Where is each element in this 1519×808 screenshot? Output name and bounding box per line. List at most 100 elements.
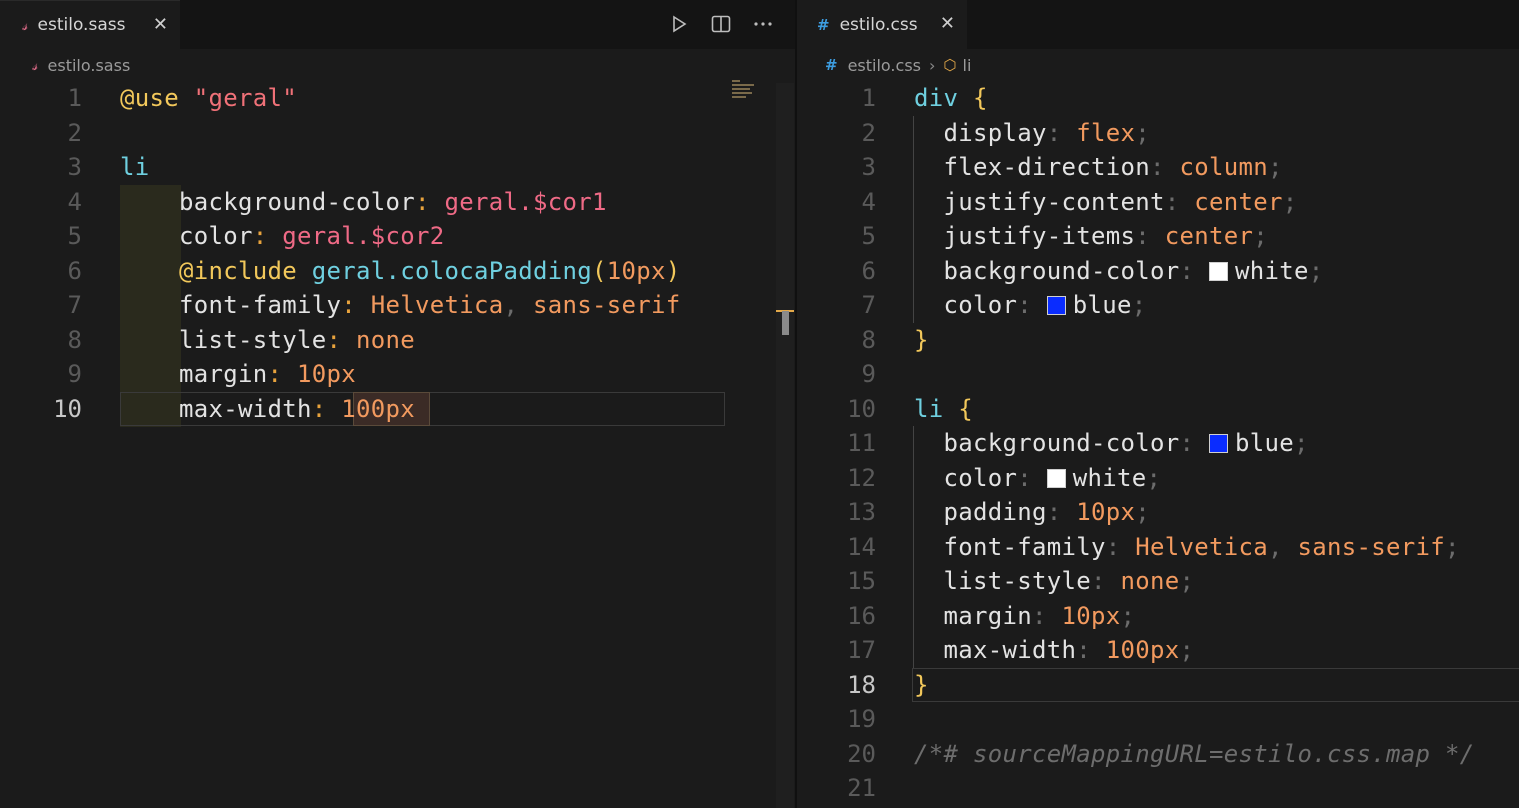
code-line: 5 justify-items: center; <box>797 219 1519 254</box>
token: 10px <box>1076 498 1136 526</box>
tab-estilo-sass[interactable]: 𝓈 estilo.sass ✕ <box>0 0 180 49</box>
token: none <box>356 325 415 354</box>
token: white <box>1235 256 1309 285</box>
token: column <box>1179 153 1268 181</box>
token: display <box>943 118 1047 147</box>
token: : <box>1179 429 1195 457</box>
breadcrumb-symbol[interactable]: li <box>963 56 972 75</box>
breadcrumb: # estilo.css › ⬡ li <box>825 52 971 78</box>
token: center <box>1164 222 1254 250</box>
right-tab-bar: # estilo.css ✕ <box>797 0 1519 49</box>
code-line: 9 margin: 10px <box>0 357 795 392</box>
token: none <box>1120 567 1180 595</box>
token: ( <box>592 256 607 285</box>
code-line: 7 font-family: Helvetica, sans-serif <box>0 288 795 323</box>
left-tab-bar: 𝓈 estilo.sass ✕ <box>0 0 795 49</box>
code-line: 12 color: white; <box>797 461 1519 496</box>
token: padding <box>943 498 1047 526</box>
css-editor-pane: # estilo.css ✕ # estilo.css › ⬡ li 1 div… <box>797 0 1519 808</box>
line-number: 4 <box>67 187 82 216</box>
token: , <box>1268 532 1283 561</box>
line-number: 19 <box>847 705 876 733</box>
token: margin <box>179 360 268 388</box>
sass-file-icon: 𝓈 <box>22 16 28 34</box>
breadcrumb-file[interactable]: estilo.css <box>848 56 921 75</box>
close-tab-icon[interactable]: ✕ <box>940 13 955 34</box>
line-number-active: 10 <box>53 394 82 423</box>
color-swatch[interactable] <box>1046 468 1066 488</box>
css-code-editor[interactable]: 1 div { 2 display: flex; 3 flex-directio… <box>797 81 1519 808</box>
token: list-style <box>179 325 327 354</box>
line-number: 9 <box>67 360 82 388</box>
code-line: 3 flex-direction: column; <box>797 150 1519 185</box>
token: { <box>973 84 988 112</box>
line-number: 15 <box>847 567 876 595</box>
token: div <box>914 84 959 112</box>
code-line: 11 background-color: blue; <box>797 426 1519 461</box>
code-line: 4 background-color: geral.$cor1 <box>0 185 795 220</box>
token: @include <box>179 256 297 285</box>
line-number: 2 <box>67 118 82 147</box>
token: , <box>503 291 519 319</box>
line-number: 3 <box>861 153 876 181</box>
token: sans-serif <box>533 291 681 319</box>
code-line: 9 <box>797 357 1519 392</box>
css-file-icon: # <box>825 56 838 74</box>
token: : <box>1135 222 1150 250</box>
code-line: 3 li <box>0 150 795 185</box>
token: ; <box>1253 222 1268 250</box>
token: : <box>1046 498 1062 526</box>
line-number: 7 <box>861 291 876 319</box>
token: li <box>120 153 150 181</box>
token: ; <box>1146 463 1162 492</box>
split-editor-icon[interactable] <box>711 14 731 34</box>
more-actions-icon[interactable] <box>753 14 773 34</box>
color-swatch[interactable] <box>1209 434 1228 453</box>
token: : <box>1032 601 1047 630</box>
token: sans-serif <box>1297 532 1445 561</box>
code-line: 17 max-width: 100px; <box>797 633 1519 668</box>
sass-code-editor[interactable]: 1 @use "geral" 2 3 li 4 background-color… <box>0 81 795 808</box>
token: : <box>326 325 342 354</box>
scroll-thumb[interactable] <box>782 311 789 335</box>
token: font-family <box>943 532 1106 561</box>
symbol-structure-icon: ⬡ <box>943 56 957 74</box>
line-number: 2 <box>861 118 876 147</box>
token: 10px <box>606 256 666 285</box>
code-line: 6 background-color: white; <box>797 254 1519 289</box>
color-swatch[interactable] <box>1209 261 1228 281</box>
code-line: 5 color: geral.$cor2 <box>0 219 795 254</box>
token: 100px <box>341 394 415 423</box>
token: } <box>914 325 929 354</box>
token: 100px <box>1105 636 1180 664</box>
code-line: 8 list-style: none <box>0 323 795 358</box>
token: : <box>1017 463 1032 492</box>
line-number: 4 <box>861 187 876 216</box>
token: ; <box>1135 498 1150 526</box>
token: ; <box>1445 532 1460 561</box>
token: blue <box>1072 291 1132 319</box>
run-icon[interactable] <box>669 14 689 34</box>
color-swatch[interactable] <box>1046 296 1066 315</box>
token: : <box>1017 291 1032 319</box>
code-line: 6 @include geral.colocaPadding(10px) <box>0 254 795 289</box>
close-tab-icon[interactable]: ✕ <box>153 14 168 35</box>
tab-estilo-css[interactable]: # estilo.css ✕ <box>797 0 967 49</box>
code-line: 16 margin: 10px; <box>797 599 1519 634</box>
breadcrumb-file[interactable]: estilo.sass <box>48 56 131 75</box>
token: : <box>1046 118 1062 147</box>
token: center <box>1194 187 1283 216</box>
vertical-scrollbar[interactable] <box>776 83 794 808</box>
token: @use <box>120 84 179 112</box>
token: : <box>1150 153 1165 181</box>
code-line: 7 color: blue; <box>797 288 1519 323</box>
token: { <box>958 394 973 423</box>
token: ; <box>1294 429 1309 457</box>
css-file-icon: # <box>817 15 830 34</box>
token: ; <box>1135 118 1150 147</box>
line-number: 6 <box>861 256 876 285</box>
token: margin <box>943 601 1032 630</box>
minimap[interactable] <box>732 80 756 104</box>
line-number: 8 <box>67 325 82 354</box>
code-line: 8 } <box>797 323 1519 358</box>
